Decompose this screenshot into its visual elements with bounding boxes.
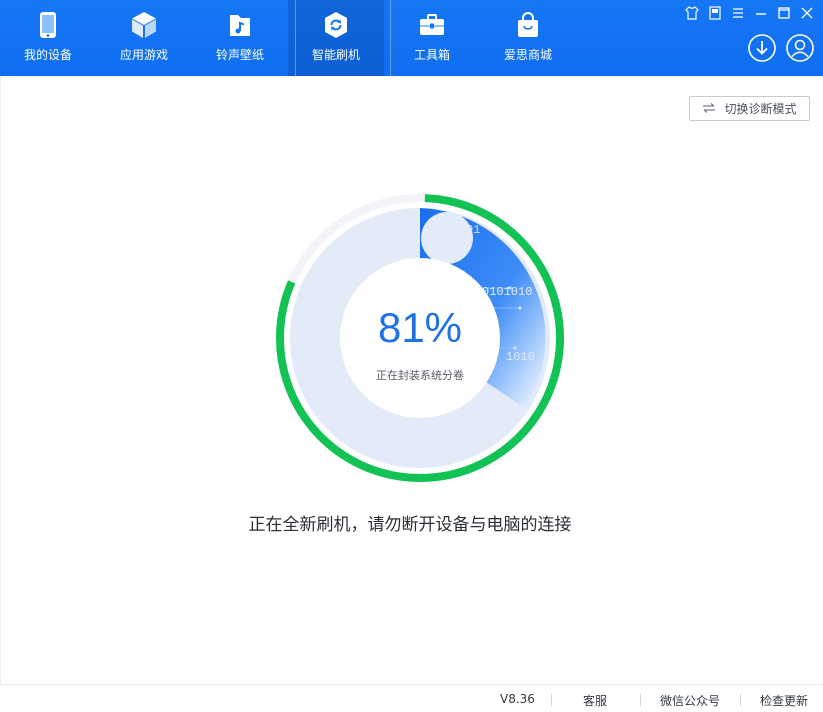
footer-divider bbox=[740, 694, 741, 706]
progress-status: 正在封装系统分卷 bbox=[376, 369, 464, 382]
menu-icon[interactable] bbox=[730, 5, 746, 21]
top-bar: 我的设备 应用游戏 铃声壁纸 智能刷机 工具箱 爱思商城 bbox=[0, 0, 823, 76]
nav-item-label: 应用游戏 bbox=[119, 48, 168, 62]
nav-item-apps-games[interactable]: 应用游戏 bbox=[96, 0, 192, 76]
footer-divider bbox=[640, 694, 641, 706]
close-icon[interactable] bbox=[799, 5, 815, 21]
nav-item-label: 我的设备 bbox=[23, 48, 72, 62]
nav-item-label: 铃声壁纸 bbox=[215, 48, 264, 62]
header-actions bbox=[747, 33, 815, 63]
main-nav: 我的设备 应用游戏 铃声壁纸 智能刷机 工具箱 爱思商城 bbox=[0, 0, 576, 76]
check-update-link[interactable]: 检查更新 bbox=[760, 692, 808, 709]
nav-item-toolbox[interactable]: 工具箱 bbox=[384, 0, 480, 76]
note-icon[interactable] bbox=[707, 5, 723, 21]
download-icon[interactable] bbox=[747, 33, 777, 63]
svg-text:1010: 1010 bbox=[506, 350, 535, 364]
window-controls bbox=[684, 5, 815, 21]
nav-item-label: 工具箱 bbox=[413, 48, 450, 62]
nav-item-smart-flash[interactable]: 智能刷机 bbox=[288, 0, 384, 76]
nav-item-store[interactable]: 爱思商城 bbox=[480, 0, 576, 76]
wechat-account-link[interactable]: 微信公众号 bbox=[660, 692, 720, 709]
maximize-icon[interactable] bbox=[776, 5, 792, 21]
minimize-icon[interactable] bbox=[753, 5, 769, 21]
ring-cap bbox=[421, 212, 473, 264]
flash-warning-message: 正在全新刷机，请勿断开设备与电脑的连接 bbox=[248, 515, 572, 535]
nav-item-ringtones-wallpapers[interactable]: 铃声壁纸 bbox=[192, 0, 288, 76]
svg-text:0101010: 0101010 bbox=[482, 285, 532, 299]
customer-service-link[interactable]: 客服 bbox=[583, 692, 607, 709]
refresh-shield-icon bbox=[322, 10, 350, 40]
music-folder-icon bbox=[226, 10, 254, 40]
nav-divider bbox=[390, 0, 391, 76]
shopping-bag-icon bbox=[514, 10, 542, 40]
shirt-icon[interactable] bbox=[684, 5, 700, 21]
switch-diagnostic-mode-button[interactable]: 切换诊断模式 bbox=[689, 96, 810, 121]
swap-arrows-icon bbox=[702, 102, 716, 116]
switch-diagnostic-mode-label: 切换诊断模式 bbox=[724, 102, 797, 116]
nav-item-my-device[interactable]: 我的设备 bbox=[0, 0, 96, 76]
user-icon[interactable] bbox=[785, 33, 815, 63]
status-bar: V8.36 客服 微信公众号 检查更新 bbox=[0, 684, 823, 712]
nav-item-label: 智能刷机 bbox=[311, 48, 360, 62]
footer-divider bbox=[551, 694, 552, 706]
phone-icon bbox=[34, 10, 62, 40]
nav-item-label: 爱思商城 bbox=[503, 48, 552, 62]
cube-icon bbox=[130, 10, 158, 40]
version-label: V8.36 bbox=[500, 692, 535, 706]
toolbox-icon bbox=[418, 10, 446, 40]
nav-divider bbox=[295, 0, 296, 76]
progress-percent: 81% bbox=[377, 304, 463, 351]
